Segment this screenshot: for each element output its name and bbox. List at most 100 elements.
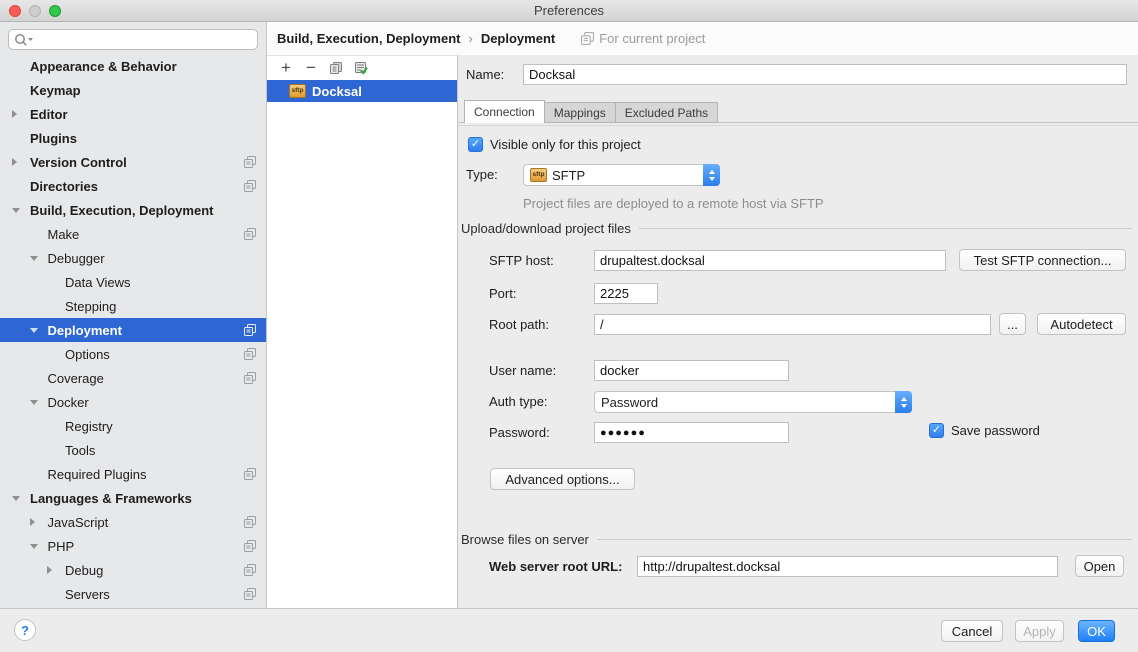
title-bar: Preferences — [0, 0, 1138, 22]
settings-search-input[interactable] — [8, 29, 258, 50]
copy-server-icon[interactable] — [329, 61, 343, 75]
tab-excluded-paths[interactable]: Excluded Paths — [615, 102, 718, 123]
sidebar-item-languages-frameworks[interactable]: Languages & Frameworks — [0, 486, 266, 510]
sidebar-item-build-execution-deployment[interactable]: Build, Execution, Deployment — [0, 198, 266, 222]
auth-type-label: Auth type: — [489, 391, 548, 412]
sidebar-item-label: Coverage — [48, 371, 104, 386]
save-password-label: Save password — [951, 420, 1040, 441]
chevron-right-icon[interactable] — [12, 110, 17, 118]
breadcrumb-parent[interactable]: Build, Execution, Deployment — [277, 31, 460, 46]
server-list-item-docksal[interactable]: sftp Docksal — [267, 80, 457, 102]
sidebar-item-label: Debug — [65, 563, 103, 578]
project-scope-icon — [244, 540, 256, 552]
sidebar-item-deployment[interactable]: Deployment — [0, 318, 266, 342]
for-current-project-label: For current project — [599, 31, 705, 46]
type-dropdown[interactable]: sftp SFTP — [523, 164, 720, 186]
upload-section-header: Upload/download project files — [461, 221, 1132, 236]
root-path-input[interactable] — [594, 314, 991, 335]
connection-tabs: ConnectionMappingsExcluded Paths — [464, 100, 717, 123]
sidebar-item-label: Data Views — [65, 275, 131, 290]
user-name-input[interactable] — [594, 360, 789, 381]
breadcrumb-current: Deployment — [481, 31, 555, 46]
tab-connection[interactable]: Connection — [464, 100, 545, 123]
settings-tree: Appearance & Behavior KeymapEditor Plugins… — [0, 54, 266, 606]
sidebar-item-debug[interactable]: Debug — [0, 558, 266, 582]
password-label: Password: — [489, 422, 550, 443]
upload-section-title: Upload/download project files — [461, 221, 631, 236]
project-scope-icon — [244, 372, 256, 384]
sidebar-item-label: Plugins — [30, 131, 77, 146]
sidebar-item-php[interactable]: PHP — [0, 534, 266, 558]
sidebar-item-label: Appearance & Behavior — [30, 59, 177, 74]
ok-button[interactable]: OK — [1078, 620, 1115, 642]
user-name-label: User name: — [489, 360, 556, 381]
dropdown-stepper-icon — [895, 391, 912, 413]
test-sftp-connection-button[interactable]: Test SFTP connection... — [959, 249, 1126, 271]
browse-root-path-button[interactable]: ... — [999, 313, 1026, 335]
sftp-file-icon: sftp — [289, 84, 306, 98]
remove-server-button[interactable]: − — [304, 60, 318, 76]
sidebar-item-label: Registry — [65, 419, 113, 434]
chevron-down-icon[interactable] — [12, 496, 20, 501]
project-scope-icon — [244, 324, 256, 336]
chevron-down-icon[interactable] — [12, 208, 20, 213]
sidebar-item-stepping[interactable]: Stepping — [0, 294, 266, 318]
dialog-footer: ? Cancel Apply OK — [0, 608, 1138, 652]
sftp-type-icon: sftp — [530, 168, 547, 182]
sidebar-item-editor[interactable]: Editor — [0, 102, 266, 126]
chevron-down-icon[interactable] — [30, 400, 38, 405]
chevron-right-icon[interactable] — [30, 518, 35, 526]
sidebar-item-appearance-behavior[interactable]: Appearance & Behavior — [0, 54, 266, 78]
root-path-label: Root path: — [489, 314, 549, 335]
sidebar-item-coverage[interactable]: Coverage — [0, 366, 266, 390]
servers-list-panel: + − sftp Docksal — [267, 55, 458, 608]
sidebar-item-keymap[interactable]: Keymap — [0, 78, 266, 102]
port-input[interactable] — [594, 283, 658, 304]
type-value: SFTP — [552, 168, 585, 183]
sidebar-item-tools[interactable]: Tools — [0, 438, 266, 462]
sidebar-item-version-control[interactable]: Version Control — [0, 150, 266, 174]
sidebar-item-docker[interactable]: Docker — [0, 390, 266, 414]
chevron-right-icon[interactable] — [12, 158, 17, 166]
web-root-input[interactable] — [637, 556, 1058, 577]
panel-divider — [458, 125, 1138, 126]
sidebar-item-label: Make — [48, 227, 80, 242]
sidebar-item-make[interactable]: Make — [0, 222, 266, 246]
advanced-options-button[interactable]: Advanced options... — [490, 468, 635, 490]
apply-button[interactable]: Apply — [1015, 620, 1064, 642]
chevron-right-icon[interactable] — [47, 566, 52, 574]
sidebar-item-data-views[interactable]: Data Views — [0, 270, 266, 294]
add-server-button[interactable]: + — [279, 60, 293, 76]
password-input[interactable] — [594, 422, 789, 443]
sidebar-item-servers[interactable]: Servers — [0, 582, 266, 606]
browse-section-title: Browse files on server — [461, 532, 589, 547]
window-title: Preferences — [0, 3, 1138, 18]
sidebar-item-required-plugins[interactable]: Required Plugins — [0, 462, 266, 486]
chevron-down-icon[interactable] — [30, 328, 38, 333]
autodetect-button[interactable]: Autodetect — [1037, 313, 1126, 335]
sidebar-item-options[interactable]: Options — [0, 342, 266, 366]
cancel-button[interactable]: Cancel — [941, 620, 1003, 642]
help-button[interactable]: ? — [14, 619, 36, 641]
sidebar-item-label: Required Plugins — [48, 467, 147, 482]
save-password-checkbox[interactable]: ✓ — [929, 423, 944, 438]
sftp-host-input[interactable] — [594, 250, 946, 271]
servers-toolbar: + − — [267, 56, 457, 80]
visible-only-checkbox[interactable]: ✓ — [468, 137, 483, 152]
sidebar-item-debugger[interactable]: Debugger — [0, 246, 266, 270]
open-url-button[interactable]: Open — [1075, 555, 1124, 577]
tab-mappings[interactable]: Mappings — [544, 102, 616, 123]
chevron-down-icon[interactable] — [30, 544, 38, 549]
name-input[interactable] — [523, 64, 1127, 85]
sidebar-item-label: JavaScript — [48, 515, 109, 530]
auth-type-dropdown[interactable]: Password — [594, 391, 912, 413]
sidebar-item-javascript[interactable]: JavaScript — [0, 510, 266, 534]
project-scope-icon — [244, 564, 256, 576]
sidebar-item-plugins[interactable]: Plugins — [0, 126, 266, 150]
project-scope-icon — [244, 516, 256, 528]
use-as-default-icon[interactable] — [354, 61, 368, 75]
chevron-down-icon[interactable] — [30, 256, 38, 261]
sidebar-item-directories[interactable]: Directories — [0, 174, 266, 198]
preferences-window: Preferences Appearance & BehaviorKeymapE… — [0, 0, 1138, 652]
sidebar-item-registry[interactable]: Registry — [0, 414, 266, 438]
